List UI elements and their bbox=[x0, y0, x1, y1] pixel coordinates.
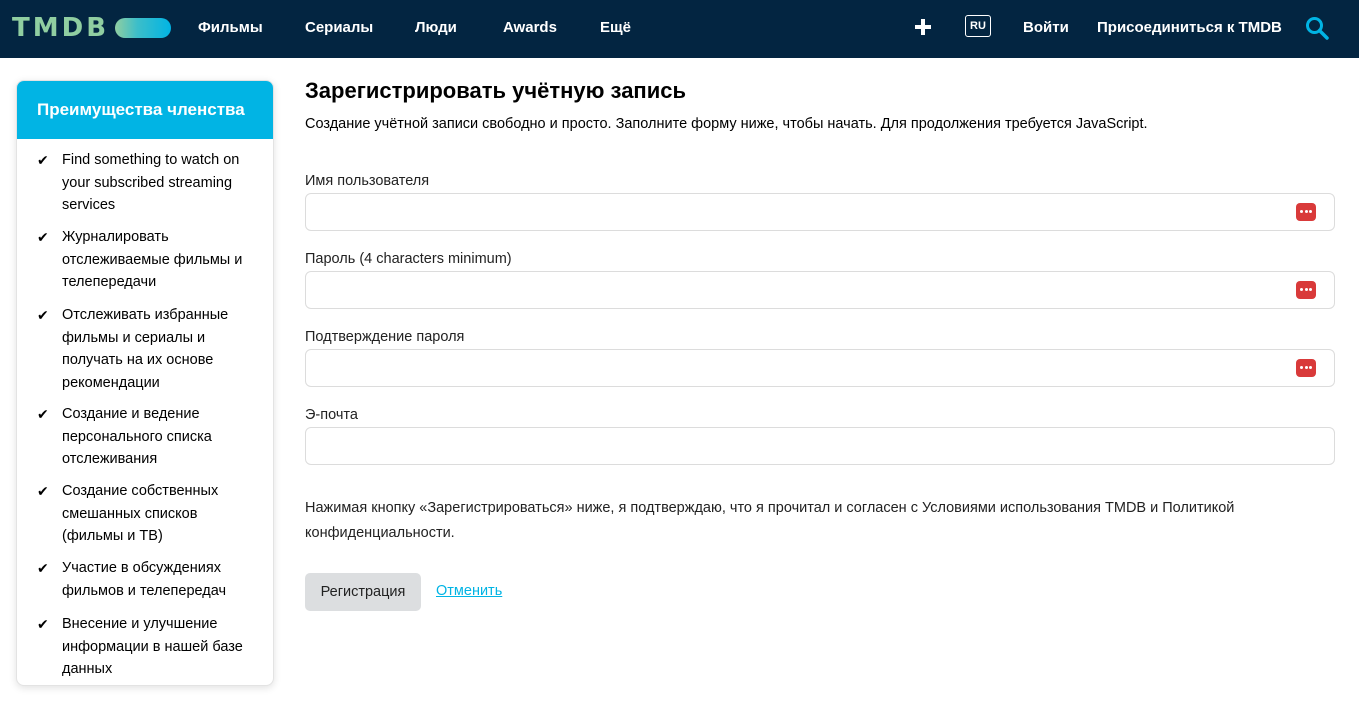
benefit-text: Создание и ведение персонального списка … bbox=[62, 406, 212, 467]
password-label: Пароль (4 characters minimum) bbox=[305, 251, 512, 267]
search-icon[interactable] bbox=[1304, 15, 1330, 41]
check-icon: ✔ bbox=[37, 560, 49, 576]
check-icon: ✔ bbox=[37, 616, 49, 632]
nav-awards[interactable]: Awards bbox=[503, 18, 557, 38]
tmdb-logo[interactable]: TMDB bbox=[12, 12, 172, 44]
benefit-text: Отслеживать избранные фильмы и сериалы и… bbox=[62, 307, 229, 391]
benefit-text: Участие в обсуждениях фильмов и телепере… bbox=[62, 560, 227, 599]
password-input[interactable] bbox=[305, 271, 1335, 309]
logo-pill-shape bbox=[115, 18, 172, 38]
check-icon: ✔ bbox=[37, 229, 49, 245]
password-manager-icon[interactable] bbox=[1296, 281, 1316, 299]
username-input[interactable] bbox=[305, 193, 1335, 231]
top-navigation-bar: TMDB Фильмы Сериалы Люди Awards Ещё RU В… bbox=[0, 0, 1359, 58]
register-button[interactable]: Регистрация bbox=[305, 573, 421, 611]
confirm-password-label: Подтверждение пароля bbox=[305, 329, 465, 345]
nav-tv-shows[interactable]: Сериалы bbox=[305, 18, 373, 38]
nav-movies[interactable]: Фильмы bbox=[198, 18, 263, 38]
password-manager-icon[interactable] bbox=[1296, 359, 1316, 377]
email-label: Э-почта bbox=[305, 407, 358, 423]
benefit-text: Журналировать отслеживаемые фильмы и тел… bbox=[62, 229, 243, 290]
logo-text: TMDB bbox=[12, 13, 110, 43]
plus-icon[interactable] bbox=[914, 18, 932, 36]
login-link[interactable]: Войти bbox=[1023, 18, 1069, 38]
cancel-link[interactable]: Отменить bbox=[436, 583, 502, 599]
page-title: Зарегистрировать учётную запись bbox=[305, 78, 687, 103]
email-input[interactable] bbox=[305, 427, 1335, 465]
nav-more[interactable]: Ещё bbox=[600, 18, 631, 38]
check-icon: ✔ bbox=[37, 152, 49, 168]
check-icon: ✔ bbox=[37, 483, 49, 499]
check-icon: ✔ bbox=[37, 406, 49, 422]
password-manager-icon[interactable] bbox=[1296, 203, 1316, 221]
join-link[interactable]: Присоединиться к TMDB bbox=[1097, 18, 1282, 38]
terms-notice: Нажимая кнопку «Зарегистрироваться» ниже… bbox=[305, 500, 1235, 541]
benefit-text: Внесение и улучшение информации в нашей … bbox=[62, 616, 243, 677]
username-label: Имя пользователя bbox=[305, 173, 430, 189]
language-selector[interactable]: RU bbox=[965, 15, 991, 37]
confirm-password-input[interactable] bbox=[305, 349, 1335, 387]
check-icon: ✔ bbox=[37, 307, 49, 323]
benefit-text: Создание собственных смешанных списков (… bbox=[62, 483, 219, 544]
benefit-text: Find something to watch on your subscrib… bbox=[62, 152, 240, 213]
membership-benefits-panel: Преимущества членства ✔ Find something t… bbox=[16, 80, 274, 686]
page-subtitle: Создание учётной записи свободно и прост… bbox=[305, 116, 1148, 132]
nav-people[interactable]: Люди bbox=[415, 18, 457, 38]
benefits-title: Преимущества членства bbox=[17, 81, 273, 139]
